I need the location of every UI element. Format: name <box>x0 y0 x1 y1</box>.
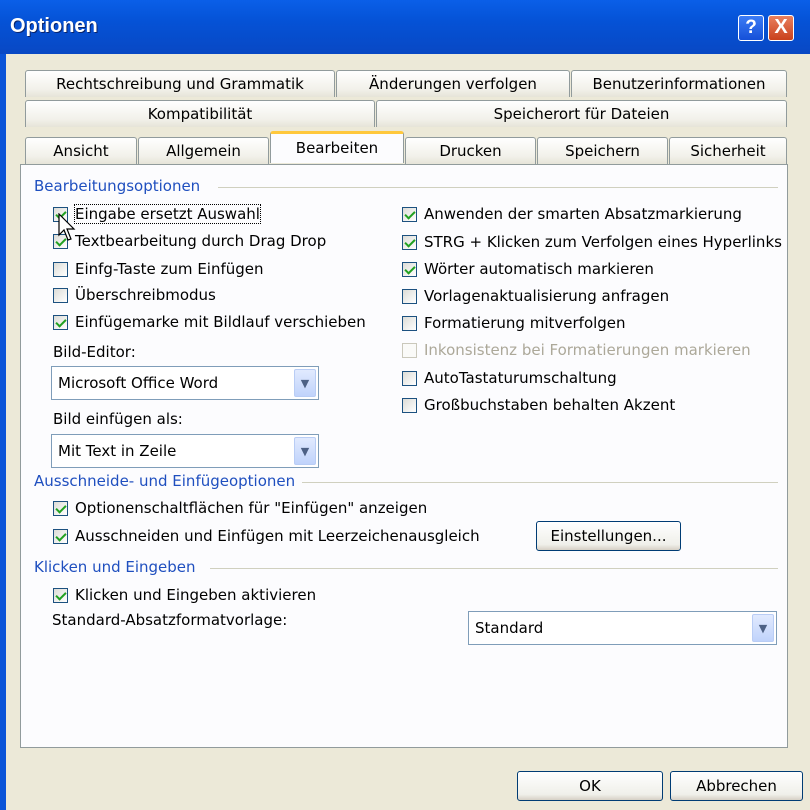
ctrl-click-hyperlink-checkbox[interactable]: STRG + Klicken zum Verfolgen eines Hyper… <box>402 233 782 251</box>
tab-file-locations[interactable]: Speicherort für Dateien <box>376 100 787 127</box>
checkbox-label: Einfg-Taste zum Einfügen <box>75 260 264 278</box>
checkbox-label: Klicken und Eingeben aktivieren <box>75 586 317 604</box>
checkbox-box[interactable] <box>402 397 417 413</box>
default-style-label: Standard-Absatzformatvorlage: <box>52 611 288 629</box>
insert-picture-select[interactable]: Mit Text in Zeile ▼ <box>51 434 319 468</box>
tab-security[interactable]: Sicherheit <box>669 137 787 164</box>
checkbox-label: Großbuchstaben behalten Akzent <box>424 396 676 414</box>
ok-button[interactable]: OK <box>517 771 663 801</box>
checkbox-box[interactable] <box>402 315 417 331</box>
tab-track-changes[interactable]: Änderungen verfolgen <box>336 70 570 97</box>
divider <box>210 568 778 569</box>
default-style-select[interactable]: Standard ▼ <box>468 611 777 645</box>
checkbox-label: STRG + Klicken zum Verfolgen eines Hyper… <box>424 233 782 251</box>
tab-print[interactable]: Drucken <box>405 137 536 164</box>
enable-click-type-checkbox[interactable]: Klicken und Eingeben aktivieren <box>53 586 316 604</box>
tab-view[interactable]: Ansicht <box>25 137 137 164</box>
checkbox-label: Anwenden der smarten Absatzmarkierung <box>424 205 742 223</box>
window-frame <box>0 54 6 810</box>
divider <box>302 482 778 483</box>
checkbox-box[interactable] <box>53 261 68 277</box>
checkbox-box[interactable] <box>53 528 68 544</box>
title-bar: Optionen ? X <box>0 0 810 54</box>
chevron-down-icon[interactable]: ▼ <box>294 437 316 465</box>
checkbox-box <box>402 342 417 358</box>
divider <box>218 187 778 188</box>
checkbox-label: AutoTastaturumschaltung <box>424 369 617 387</box>
mouse-pointer-icon <box>58 213 76 241</box>
tab-spelling-grammar[interactable]: Rechtschreibung und Grammatik <box>25 70 335 97</box>
checkbox-box[interactable] <box>402 370 417 386</box>
checkbox-box[interactable] <box>53 500 68 516</box>
picture-editor-label: Bild-Editor: <box>53 343 136 361</box>
help-button[interactable]: ? <box>738 15 764 41</box>
checkbox-label: Einfügemarke mit Bildlauf verschieben <box>75 313 366 331</box>
overtype-mode-checkbox[interactable]: Überschreibmodus <box>53 286 216 304</box>
auto-select-words-checkbox[interactable]: Wörter automatisch markieren <box>402 260 654 278</box>
auto-keyboard-switching-checkbox[interactable]: AutoTastaturumschaltung <box>402 369 617 387</box>
checkbox-box[interactable] <box>402 234 417 250</box>
click-type-heading: Klicken und Eingeben <box>34 558 196 576</box>
settings-button[interactable]: Einstellungen... <box>536 521 681 551</box>
mark-inconsistencies-checkbox: Inkonsistenz bei Formatierungen markiere… <box>402 341 751 359</box>
checkbox-label: Optionenschaltflächen für "Einfügen" anz… <box>75 499 428 517</box>
insert-key-paste-checkbox[interactable]: Einfg-Taste zum Einfügen <box>53 260 264 278</box>
insert-picture-label: Bild einfügen als: <box>53 410 183 428</box>
tab-save[interactable]: Speichern <box>537 137 668 164</box>
tab-compatibility[interactable]: Kompatibilität <box>25 100 375 127</box>
tab-user-information[interactable]: Benutzerinformationen <box>571 70 787 97</box>
checkbox-box[interactable] <box>53 287 68 303</box>
smart-paragraph-checkbox[interactable]: Anwenden der smarten Absatzmarkierung <box>402 205 742 223</box>
default-style-value: Standard <box>475 619 544 637</box>
drag-drop-checkbox[interactable]: Textbearbeitung durch Drag Drop <box>53 232 326 250</box>
cut-paste-heading: Ausschneide- und Einfügeoptionen <box>34 472 296 490</box>
tab-general[interactable]: Allgemein <box>138 137 269 164</box>
cancel-button[interactable]: Abbrechen <box>670 771 803 801</box>
checkbox-label: Überschreibmodus <box>75 286 216 304</box>
checkbox-label: Wörter automatisch markieren <box>424 260 654 278</box>
move-cursor-scroll-checkbox[interactable]: Einfügemarke mit Bildlauf verschieben <box>53 313 366 331</box>
show-paste-options-checkbox[interactable]: Optionenschaltflächen für "Einfügen" anz… <box>53 499 427 517</box>
close-button[interactable]: X <box>768 15 794 41</box>
checkbox-label: Vorlagenaktualisierung anfragen <box>424 287 670 305</box>
checkbox-box[interactable] <box>53 314 68 330</box>
prompt-update-style-checkbox[interactable]: Vorlagenaktualisierung anfragen <box>402 287 669 305</box>
checkbox-label: Ausschneiden und Einfügen mit Leerzeiche… <box>75 527 480 545</box>
window-title: Optionen <box>10 15 98 37</box>
smart-cut-paste-checkbox[interactable]: Ausschneiden und Einfügen mit Leerzeiche… <box>53 527 480 545</box>
checkbox-box[interactable] <box>402 206 417 222</box>
tab-edit[interactable]: Bearbeiten <box>270 131 404 163</box>
picture-editor-value: Microsoft Office Word <box>58 374 219 392</box>
chevron-down-icon[interactable]: ▼ <box>752 614 774 642</box>
checkbox-box[interactable] <box>402 261 417 277</box>
keep-track-formatting-checkbox[interactable]: Formatierung mitverfolgen <box>402 314 626 332</box>
picture-editor-select[interactable]: Microsoft Office Word ▼ <box>51 366 319 400</box>
checkbox-box[interactable] <box>53 587 68 603</box>
checkbox-label: Inkonsistenz bei Formatierungen markiere… <box>424 341 751 359</box>
insert-picture-value: Mit Text in Zeile <box>58 442 177 460</box>
checkbox-label: Textbearbeitung durch Drag Drop <box>75 232 327 250</box>
uppercase-accent-checkbox[interactable]: Großbuchstaben behalten Akzent <box>402 396 675 414</box>
replace-selection-checkbox[interactable]: Eingabe ersetzt Auswahl <box>53 204 261 224</box>
checkbox-label: Formatierung mitverfolgen <box>424 314 626 332</box>
checkbox-box[interactable] <box>402 288 417 304</box>
chevron-down-icon[interactable]: ▼ <box>294 369 316 397</box>
checkbox-label: Eingabe ersetzt Auswahl <box>74 204 261 224</box>
editing-options-heading: Bearbeitungsoptionen <box>34 177 201 195</box>
